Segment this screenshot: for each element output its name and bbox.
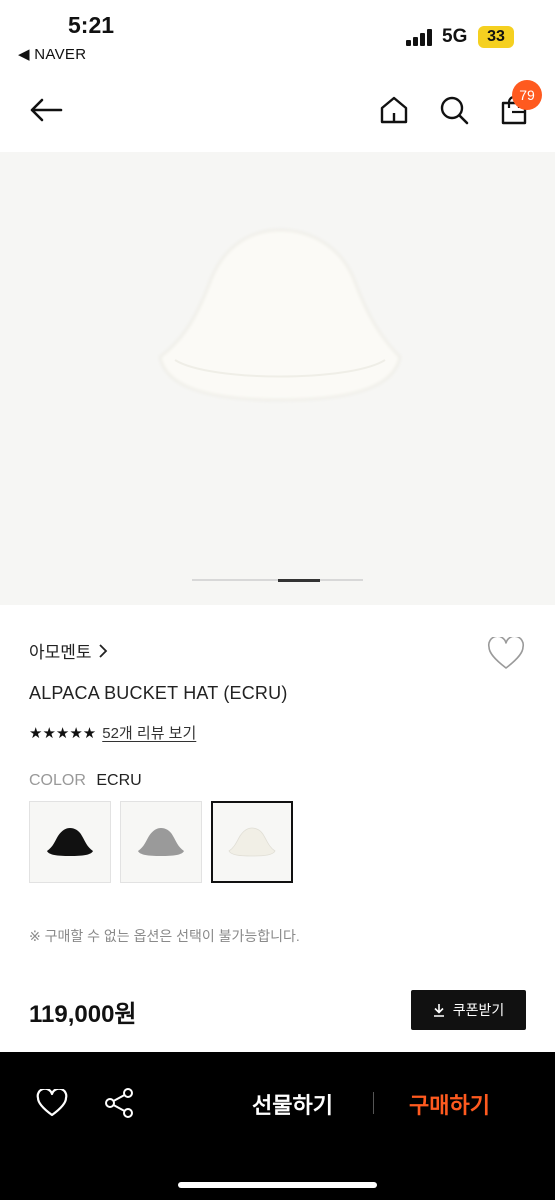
home-button[interactable] bbox=[374, 90, 414, 130]
gallery-indicator-active bbox=[278, 578, 320, 582]
bottom-bar-divider bbox=[373, 1092, 374, 1114]
share-button[interactable] bbox=[102, 1085, 138, 1121]
color-selection-label: COLOR ECRU bbox=[29, 772, 142, 790]
product-image-gallery[interactable] bbox=[0, 152, 555, 605]
signal-icon bbox=[406, 28, 436, 46]
color-options bbox=[29, 801, 293, 883]
heart-outline-icon bbox=[487, 637, 525, 669]
heart-outline-icon bbox=[36, 1089, 68, 1117]
hat-thumbnail-grey bbox=[138, 828, 184, 856]
color-option-black[interactable] bbox=[29, 801, 111, 883]
buy-button[interactable]: 구매하기 bbox=[409, 1088, 490, 1120]
back-arrow-icon bbox=[30, 98, 63, 122]
home-icon bbox=[380, 96, 408, 124]
star-rating-icon: ★★★★★ bbox=[29, 724, 97, 742]
product-image bbox=[158, 228, 402, 402]
wishlist-button[interactable] bbox=[486, 634, 526, 674]
color-value: ECRU bbox=[96, 772, 142, 789]
coupon-label: 쿠폰받기 bbox=[452, 1002, 505, 1018]
top-nav: 79 bbox=[0, 80, 555, 142]
product-title: ALPACA BUCKET HAT (ECRU) bbox=[29, 683, 288, 703]
cart-count-badge: 79 bbox=[512, 80, 542, 110]
brand-link[interactable]: 아모멘토 bbox=[29, 638, 108, 663]
gallery-page-indicator bbox=[192, 578, 363, 582]
bottom-wishlist-button[interactable] bbox=[34, 1085, 70, 1121]
home-indicator bbox=[178, 1182, 377, 1188]
color-option-ecru[interactable] bbox=[211, 801, 293, 883]
clock: 5:21 bbox=[68, 12, 115, 38]
product-price: 119,000원 bbox=[29, 1001, 137, 1028]
bottom-action-bar: 선물하기 구매하기 bbox=[0, 1052, 555, 1200]
brand-name: 아모멘토 bbox=[29, 643, 92, 662]
color-option-grey[interactable] bbox=[120, 801, 202, 883]
rating-row: ★★★★★ 52개 리뷰 보기 bbox=[29, 722, 196, 743]
color-label: COLOR bbox=[29, 772, 86, 789]
chevron-right-icon bbox=[98, 643, 107, 658]
search-button[interactable] bbox=[434, 90, 474, 130]
back-button[interactable] bbox=[26, 90, 66, 130]
network-type: 5G bbox=[442, 26, 468, 47]
hat-thumbnail-black bbox=[47, 828, 93, 856]
status-bar: 5:21 ◀ NAVER 5G 33 bbox=[0, 0, 555, 70]
search-icon bbox=[440, 96, 469, 125]
review-link[interactable]: 52개 리뷰 보기 bbox=[102, 722, 196, 743]
option-notice: ※ 구매할 수 없는 옵션은 선택이 불가능합니다. bbox=[29, 928, 300, 944]
back-to-app-link[interactable]: ◀ NAVER bbox=[18, 45, 86, 63]
battery-indicator: 33 bbox=[478, 26, 514, 48]
share-icon bbox=[105, 1088, 133, 1118]
coupon-button[interactable]: 쿠폰받기 bbox=[411, 990, 526, 1030]
download-icon bbox=[433, 1004, 444, 1017]
hat-thumbnail-ecru bbox=[228, 827, 276, 857]
gift-button[interactable]: 선물하기 bbox=[252, 1088, 333, 1120]
